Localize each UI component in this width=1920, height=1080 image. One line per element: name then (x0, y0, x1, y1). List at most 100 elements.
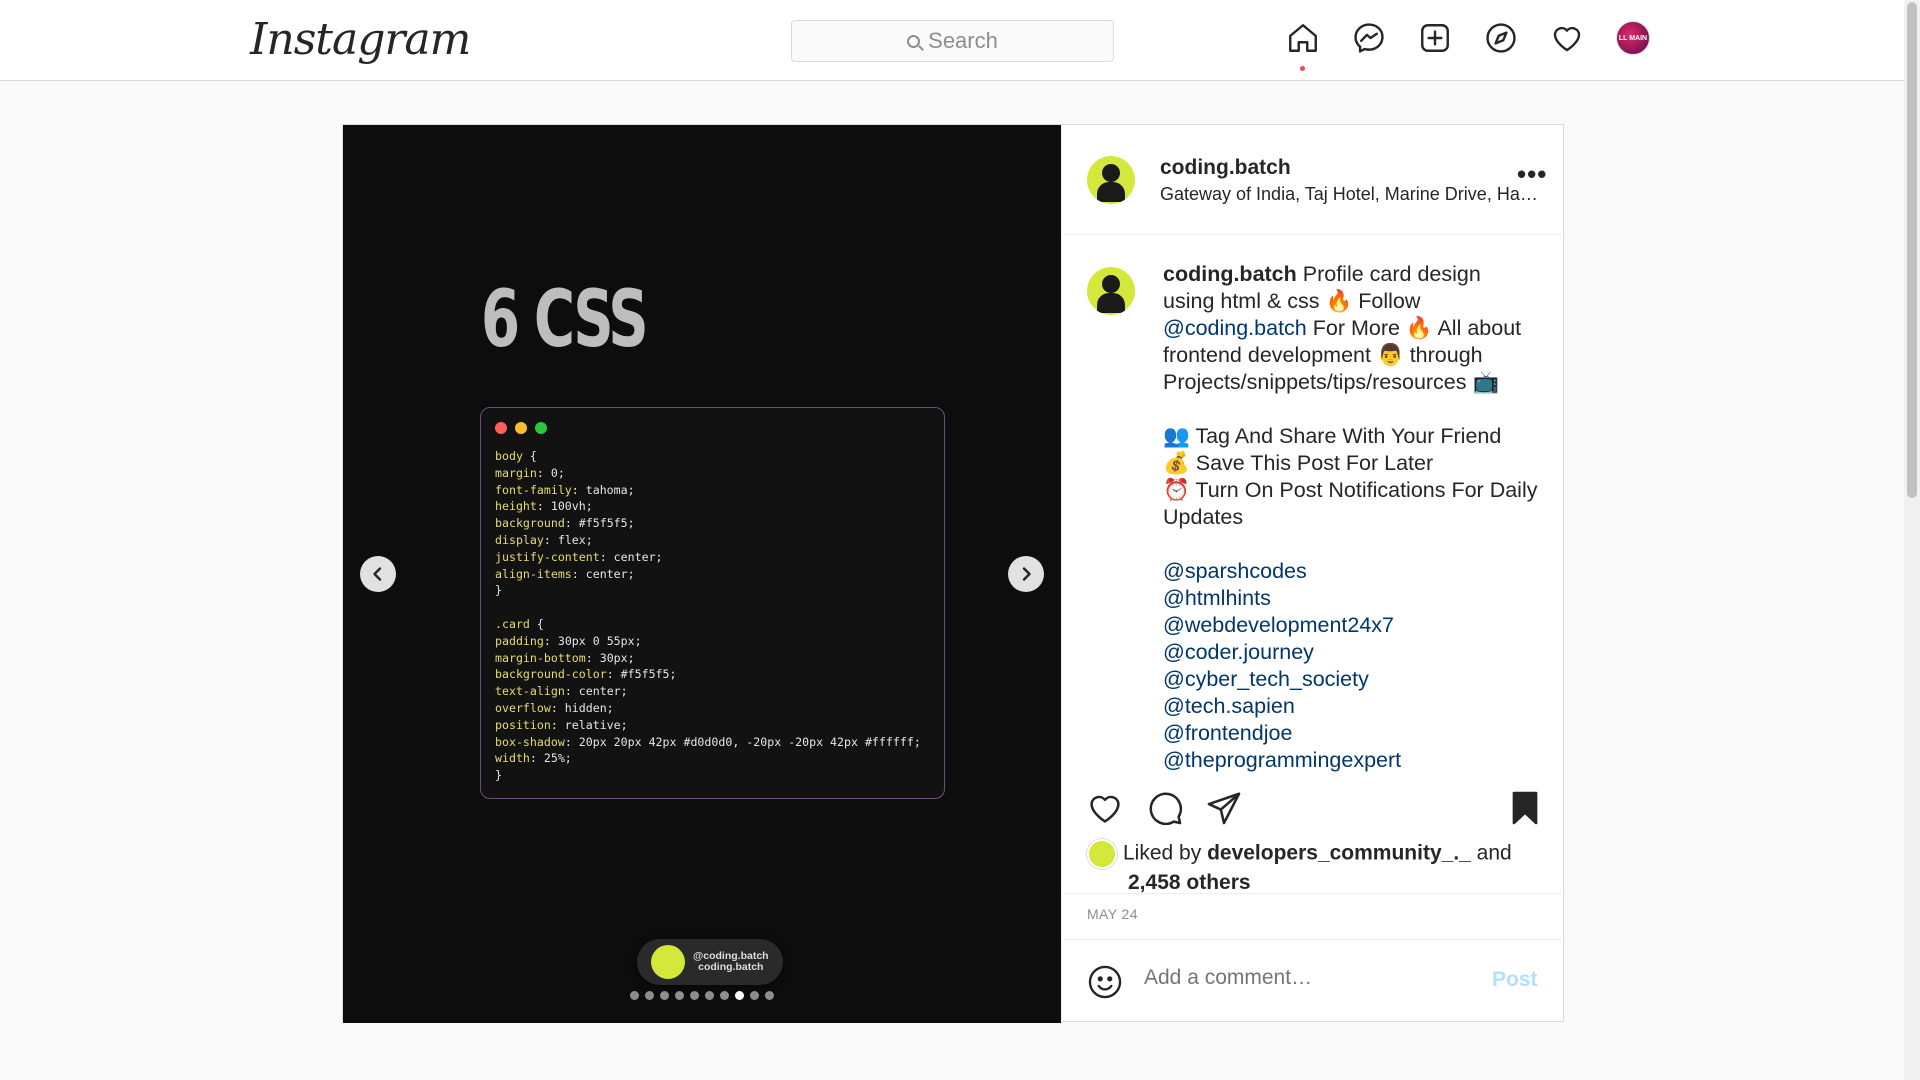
code-window: body { margin: 0; font-family: tahoma; heig… (480, 407, 945, 799)
code-line: overflow: hidden; (495, 700, 614, 715)
like-button[interactable] (1085, 788, 1125, 828)
messenger-icon[interactable] (1351, 20, 1387, 56)
post-comment-button[interactable]: Post (1492, 968, 1538, 992)
media-handle-badge: @coding.batch coding.batch (637, 939, 783, 985)
post-location[interactable]: Gateway of India, Taj Hotel, Marine Driv… (1160, 184, 1540, 205)
profile-avatar[interactable]: LL MAIN (1615, 20, 1651, 56)
comment-button[interactable] (1145, 788, 1185, 828)
new-post-icon[interactable] (1417, 20, 1453, 56)
caption-mention[interactable]: @coder.journey (1163, 639, 1538, 666)
liker-avatar[interactable] (1087, 839, 1117, 869)
slide-dot (675, 991, 684, 1000)
top-navigation-bar: Instagram Search LL MAIN (0, 0, 1904, 81)
caption-mention-follow[interactable]: @coding.batch (1163, 316, 1307, 340)
activity-heart-icon[interactable] (1549, 20, 1585, 56)
slide-indicator (630, 991, 774, 1000)
caption-line-tag: 👥 Tag And Share With Your Friend (1163, 424, 1502, 448)
author-avatar[interactable] (1087, 156, 1135, 204)
caption-username[interactable]: coding.batch (1163, 262, 1297, 286)
instagram-logo[interactable]: Instagram (250, 14, 471, 65)
code-line: position: relative; (495, 717, 628, 732)
liker-username[interactable]: developers_community_._ (1207, 842, 1471, 865)
code-snippet: body { margin: 0; font-family: tahoma; heig… (495, 448, 930, 784)
bookmark-icon (1512, 791, 1538, 825)
scrollbar-thumb[interactable] (1907, 2, 1917, 498)
code-line: margin-bottom: 30px; (495, 650, 635, 665)
comment-icon (1149, 792, 1183, 826)
handle-line-2: coding.batch (698, 961, 764, 973)
code-line: .card { (495, 616, 544, 631)
search-placeholder: Search (928, 28, 998, 53)
caption-line-notify: ⏰ Turn On Post Notifications For Daily U… (1163, 478, 1538, 529)
slide-dot (690, 991, 699, 1000)
share-button[interactable] (1204, 788, 1244, 828)
likes-prefix: Liked by (1123, 841, 1208, 865)
save-button[interactable] (1505, 788, 1545, 828)
code-line: box-shadow: 20px 20px 42px #d0d0d0, -20p… (495, 734, 921, 749)
code-line: align-items: center; (495, 566, 635, 581)
caption-line-save: 💰 Save This Post For Later (1163, 451, 1434, 475)
code-line: height: 100vh; (495, 499, 593, 514)
more-options-icon[interactable]: ••• (1517, 161, 1547, 187)
slide-dot (645, 991, 654, 1000)
code-line: } (495, 583, 502, 598)
next-slide-button[interactable] (1008, 556, 1044, 592)
post-side-panel: coding.batch Gateway of India, Taj Hotel… (1061, 125, 1565, 1023)
post-header: coding.batch Gateway of India, Taj Hotel… (1062, 125, 1565, 235)
slide-dot (765, 991, 774, 1000)
likes-summary: Liked by developers_community_._ and 2,4… (1087, 839, 1547, 896)
profile-avatar-image: LL MAIN (1616, 21, 1650, 55)
previous-slide-button[interactable] (360, 556, 396, 592)
caption-mention[interactable]: @sparshcodes (1163, 558, 1538, 585)
search-icon (907, 34, 921, 48)
comment-bar: Post (1062, 939, 1565, 1023)
emoji-button[interactable] (1085, 962, 1125, 1002)
caption-mention[interactable]: @theprogrammingexpert (1163, 747, 1538, 774)
code-line: width: 25%; (495, 751, 572, 766)
author-username[interactable]: coding.batch (1160, 156, 1291, 180)
post-card: 6 CSS body {margin: 0; font-family: tahom… (342, 124, 1565, 1023)
maximize-dot (535, 422, 547, 434)
search-input[interactable]: Search (791, 20, 1114, 62)
caption-mention[interactable]: @htmlhints (1163, 585, 1538, 612)
heart-icon (1090, 795, 1120, 823)
slide-dot (735, 991, 744, 1000)
comments-scroll-area[interactable]: coding.batch Profile card design using h… (1062, 236, 1565, 893)
explore-icon[interactable] (1483, 20, 1519, 56)
home-icon[interactable] (1285, 20, 1321, 71)
caption-mention[interactable]: @tech.sapien (1163, 693, 1538, 720)
likes-conj: and (1470, 841, 1512, 865)
home-active-dot (1300, 66, 1305, 71)
code-line: margin: 0; (495, 465, 565, 480)
caption-mention[interactable]: @webdevelopment24x7 (1163, 612, 1538, 639)
slide-dot (750, 991, 759, 1000)
post-date[interactable]: MAY 24 (1087, 906, 1138, 922)
slide-dot (660, 991, 669, 1000)
caption-author-avatar[interactable] (1087, 267, 1135, 315)
comment-input[interactable] (1144, 966, 1464, 990)
code-line: } (495, 768, 502, 783)
post-caption: coding.batch Profile card design using h… (1163, 261, 1538, 774)
page-scrollbar[interactable] (1904, 0, 1920, 1080)
nav-icons: LL MAIN (1285, 20, 1651, 71)
code-line: justify-content: center; (495, 549, 663, 564)
code-line: font-family: tahoma; (495, 482, 635, 497)
caption-mention[interactable]: @cyber_tech_society (1163, 666, 1538, 693)
caption-mention[interactable]: @frontendjoe (1163, 720, 1538, 747)
handle-avatar (651, 945, 685, 979)
send-icon (1207, 792, 1241, 825)
code-line: background: #f5f5f5; (495, 516, 635, 531)
post-media[interactable]: 6 CSS body {margin: 0; font-family: tahom… (343, 125, 1061, 1023)
slide-dot (705, 991, 714, 1000)
code-line: background-color: #f5f5f5; (495, 667, 677, 682)
code-line: padding: 30px 0 55px; (495, 633, 642, 648)
slide-dot (720, 991, 729, 1000)
mention-list: @sparshcodes @htmlhints @webdevelopment24x… (1163, 558, 1538, 774)
code-line: body { (495, 449, 537, 463)
window-controls (495, 422, 930, 434)
emoji-icon (1088, 965, 1122, 999)
likes-count[interactable]: 2,458 others (1128, 871, 1251, 894)
minimize-dot (515, 422, 527, 434)
slide-dot (630, 991, 639, 1000)
